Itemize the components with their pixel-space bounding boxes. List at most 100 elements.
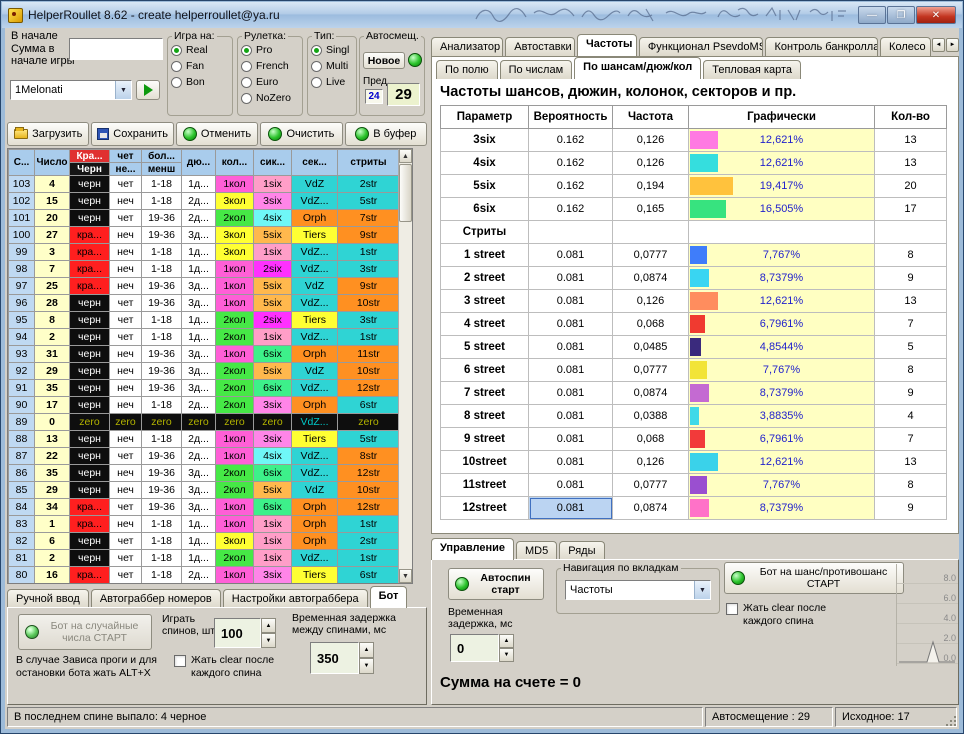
spins-count-stepper[interactable]: 100 ▲ ▼	[214, 618, 276, 648]
spin-up-icon[interactable]: ▲	[359, 642, 374, 658]
tab-scroll-left-icon[interactable]: ◄	[932, 38, 945, 52]
freq-count[interactable]: 9	[875, 382, 947, 405]
freq-frequency[interactable]: 0,068	[613, 428, 689, 451]
freq-count[interactable]: 9	[875, 497, 947, 520]
freq-param[interactable]: 11street	[441, 474, 529, 497]
history-row[interactable]: 993кра...неч1-181д...3кол1sixVdZ...1str	[9, 244, 400, 261]
tab-анализатор[interactable]: Анализатор	[431, 37, 503, 56]
col-header-index[interactable]: С...	[9, 150, 35, 176]
freq-param[interactable]: 8 street	[441, 405, 529, 428]
history-row[interactable]: 10027кра...неч19-363д...3кол5sixTiers9st…	[9, 227, 400, 244]
freq-frequency[interactable]: 0,0388	[613, 405, 689, 428]
freq-frequency[interactable]: 0,0874	[613, 497, 689, 520]
spin-down-icon[interactable]: ▼	[261, 633, 276, 648]
freq-probability[interactable]: 0.081	[529, 290, 613, 313]
freq-count[interactable]: 7	[875, 428, 947, 451]
to-buffer-button[interactable]: В буфер	[345, 122, 427, 146]
resize-grip[interactable]	[945, 715, 958, 728]
subtab-тепловая-карта[interactable]: Тепловая карта	[703, 60, 801, 79]
history-row[interactable]: 10120чернчет19-362д...2кол4sixOrph7str	[9, 210, 400, 227]
history-row[interactable]: 1034чернчет1-181д...1кол1sixVdZ2str	[9, 176, 400, 193]
freq-count[interactable]: 4	[875, 405, 947, 428]
col-header-sixline[interactable]: сик...	[254, 150, 292, 176]
col-header-streets[interactable]: стриты	[338, 150, 400, 176]
freq-graph-cell[interactable]: 8,7379%	[689, 497, 875, 520]
freq-probability[interactable]: 0.162	[529, 175, 613, 198]
tab-частоты[interactable]: Частоты	[577, 34, 637, 56]
history-row[interactable]: 9017черннеч1-182д...2кол3sixOrph6str	[9, 397, 400, 414]
autospin-start-button[interactable]: Автоспин старт	[448, 568, 544, 600]
chance-bot-start-button[interactable]: Бот на шанс/противошанс СТАРТ	[724, 562, 904, 594]
radio-nozero[interactable]: NoZero	[238, 90, 302, 106]
freq-count[interactable]: 13	[875, 451, 947, 474]
freq-frequency[interactable]: 0,0777	[613, 244, 689, 267]
undo-button[interactable]: Отменить	[176, 122, 258, 146]
freq-graph-cell[interactable]: 8,7379%	[689, 382, 875, 405]
freq-param[interactable]: 4 street	[441, 313, 529, 336]
freq-count[interactable]: 7	[875, 313, 947, 336]
random-bot-start-button[interactable]: Бот на случайные числа СТАРТ	[18, 614, 152, 650]
tab-функционал-psevdoms[interactable]: Функционал PsevdoMS	[639, 37, 764, 56]
bottab-бот[interactable]: Бот	[370, 586, 408, 608]
history-row[interactable]: 812чернчет1-181д...2кол1sixVdZ...1str	[9, 550, 400, 567]
nav-tab-combo[interactable]: Частоты ▼	[565, 580, 711, 600]
chevron-down-icon[interactable]: ▼	[694, 581, 710, 599]
ctrltab-md5[interactable]: MD5	[516, 541, 557, 560]
col-header-black[interactable]: Черн	[70, 163, 110, 176]
radio-multi[interactable]: Multi	[308, 58, 356, 74]
col-header-sector[interactable]: сек...	[292, 150, 338, 176]
history-row[interactable]: 958чернчет1-181д...2кол2sixTiers3str	[9, 312, 400, 329]
freq-probability[interactable]: 0.081	[529, 267, 613, 290]
freq-frequency[interactable]: 0,0777	[613, 359, 689, 382]
ctrltab-ряды[interactable]: Ряды	[559, 541, 604, 560]
col-header-high[interactable]: бол...	[142, 150, 182, 163]
bottab-настройки-автограббера[interactable]: Настройки автограббера	[223, 589, 368, 608]
freq-count[interactable]: 13	[875, 290, 947, 313]
freq-param[interactable]: 9 street	[441, 428, 529, 451]
freq-probability[interactable]: 0.081	[529, 336, 613, 359]
history-row[interactable]: 890zerozerozerozerozerozeroVdZ...zero	[9, 414, 400, 431]
freq-param[interactable]: 4six	[441, 152, 529, 175]
freq-probability[interactable]: 0.162	[529, 198, 613, 221]
freq-param[interactable]: 1 street	[441, 244, 529, 267]
spin-delay-value[interactable]: 350	[310, 642, 359, 674]
spin-up-icon[interactable]: ▲	[261, 618, 276, 633]
freq-frequency[interactable]: 0,0874	[613, 382, 689, 405]
subtab-по-числам[interactable]: По числам	[500, 60, 573, 79]
subtab-по-шансам-дюж-кол[interactable]: По шансам/дюж/кол	[574, 57, 701, 79]
new-button[interactable]: Новое	[363, 52, 405, 69]
radio-french[interactable]: French	[238, 58, 302, 74]
preset-combo[interactable]: 1Melonati ▼	[10, 80, 132, 100]
freq-probability[interactable]: 0.081	[529, 244, 613, 267]
freq-frequency[interactable]: 0,165	[613, 198, 689, 221]
scroll-up-icon[interactable]: ▲	[399, 149, 412, 163]
bottab-ручной-ввод[interactable]: Ручной ввод	[7, 589, 89, 608]
history-row[interactable]: 10215черннеч1-182д...3кол3sixVdZ...5str	[9, 193, 400, 210]
freq-graph-cell[interactable]: 12,621%	[689, 290, 875, 313]
freq-probability[interactable]: 0.081	[529, 359, 613, 382]
freq-count[interactable]: 8	[875, 359, 947, 382]
bottab-автограббер-номеров[interactable]: Автограббер номеров	[91, 589, 221, 608]
ctrltab-управление[interactable]: Управление	[431, 538, 514, 560]
col-header-even[interactable]: чет	[110, 150, 142, 163]
spin-up-icon[interactable]: ▲	[499, 634, 514, 648]
freq-count[interactable]: 13	[875, 152, 947, 175]
radio-live[interactable]: Live	[308, 74, 356, 90]
history-row[interactable]: 8529черннеч19-363д...2кол5sixVdZ10str	[9, 482, 400, 499]
freq-graph-cell[interactable]: 7,767%	[689, 244, 875, 267]
tab-колесо[interactable]: Колесо	[880, 37, 931, 56]
spins-count-value[interactable]: 100	[214, 618, 261, 648]
freq-frequency[interactable]: 0,126	[613, 129, 689, 152]
freq-param[interactable]: 6six	[441, 198, 529, 221]
freq-graph-cell[interactable]: 16,505%	[689, 198, 875, 221]
title-bar[interactable]: HelperRoullet 8.62 - create helperroulle…	[2, 2, 962, 28]
freq-graph-cell[interactable]: 7,767%	[689, 474, 875, 497]
history-row[interactable]: 8635черннеч19-363д...2кол6sixVdZ...12str	[9, 465, 400, 482]
freq-frequency[interactable]: 0,068	[613, 313, 689, 336]
history-scrollbar[interactable]: ▲ ▼	[398, 149, 412, 583]
history-row[interactable]: 9229черннеч19-363д...2кол5sixVdZ10str	[9, 363, 400, 380]
freq-param[interactable]: 12street	[441, 497, 529, 520]
freq-frequency[interactable]: 0,126	[613, 451, 689, 474]
freq-probability[interactable]: 0.081	[529, 313, 613, 336]
freq-graph-cell[interactable]: 12,621%	[689, 451, 875, 474]
